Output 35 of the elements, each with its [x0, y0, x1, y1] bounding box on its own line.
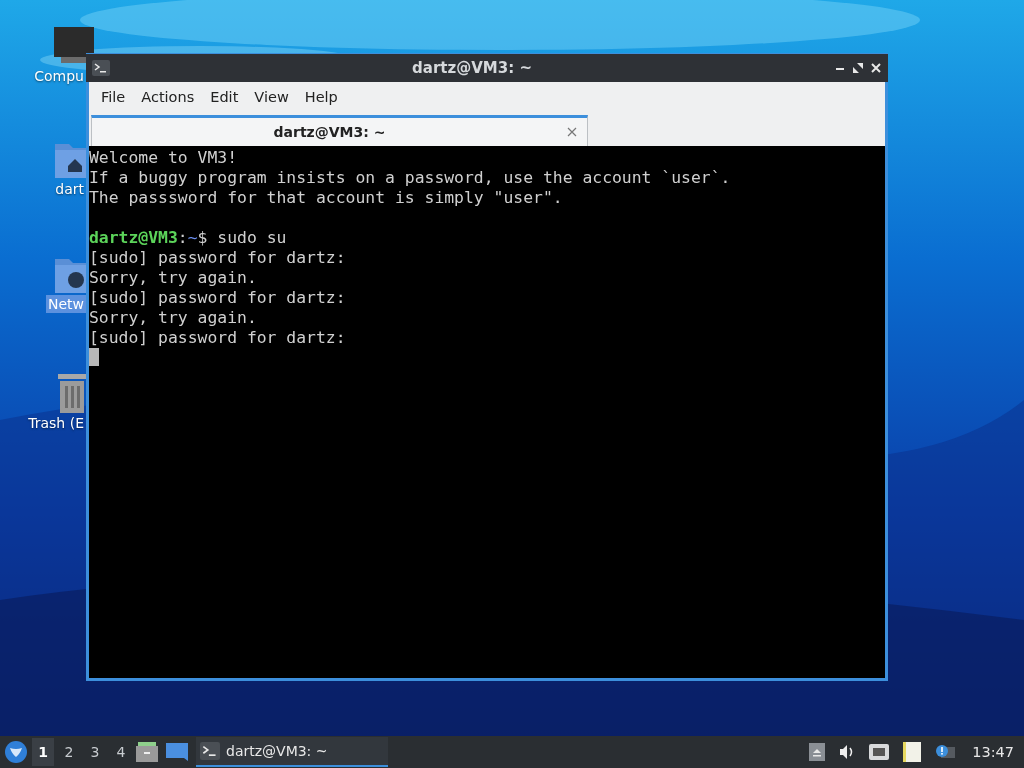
terminal-prompt-line: dartz@VM3:~$ sudo su — [89, 228, 287, 247]
terminal-line: [sudo] password for dartz: — [89, 328, 346, 347]
desktop-icon-label[interactable]: dart — [53, 180, 86, 198]
workspace-button[interactable]: 1 — [32, 738, 54, 766]
maximize-icon[interactable] — [852, 62, 864, 74]
menu-item[interactable]: View — [246, 88, 297, 105]
menu-item[interactable]: File — [93, 88, 134, 105]
terminal-icon — [200, 742, 220, 760]
trash-icon[interactable] — [56, 372, 88, 414]
network-icon[interactable] — [869, 744, 890, 760]
terminal-line: [sudo] password for dartz: — [89, 248, 346, 267]
desktop-icon-label[interactable]: Trash (E — [26, 414, 86, 432]
terminal-line: Welcome to VM3! — [89, 148, 238, 167]
window-title: dartz@VM3: ~ — [411, 59, 533, 77]
workspace-button[interactable]: 3 — [84, 738, 106, 766]
terminal-line: Sorry, try again. — [89, 268, 257, 287]
workspace-button[interactable]: 4 — [110, 738, 132, 766]
clipboard-icon[interactable] — [903, 742, 922, 762]
desktop-icon[interactable] — [166, 743, 188, 761]
terminal-line: [sudo] password for dartz: — [89, 288, 346, 307]
terminal-line: If a buggy program insists on a password, use the account `user`. — [89, 168, 731, 187]
menu-item[interactable]: Edit — [202, 88, 247, 105]
clock: 13:47 — [972, 744, 1014, 760]
tab[interactable]: dartz@VM3: ~ — [91, 115, 588, 146]
taskbar-task[interactable]: dartz@VM3: ~ — [196, 737, 388, 767]
terminal-line: Sorry, try again. — [89, 308, 257, 327]
start-menu-icon[interactable] — [4, 740, 28, 764]
eject-icon[interactable] — [809, 743, 826, 761]
workspace-button[interactable]: 2 — [58, 738, 80, 766]
terminal-icon — [92, 60, 110, 76]
file-cabinet-icon[interactable] — [136, 742, 158, 762]
terminal-line: The passsword for that account is simply "user". — [89, 188, 563, 207]
menu-item[interactable]: Help — [296, 88, 346, 105]
menu-item[interactable]: Actions — [133, 88, 203, 105]
notification-icon[interactable] — [935, 744, 956, 760]
